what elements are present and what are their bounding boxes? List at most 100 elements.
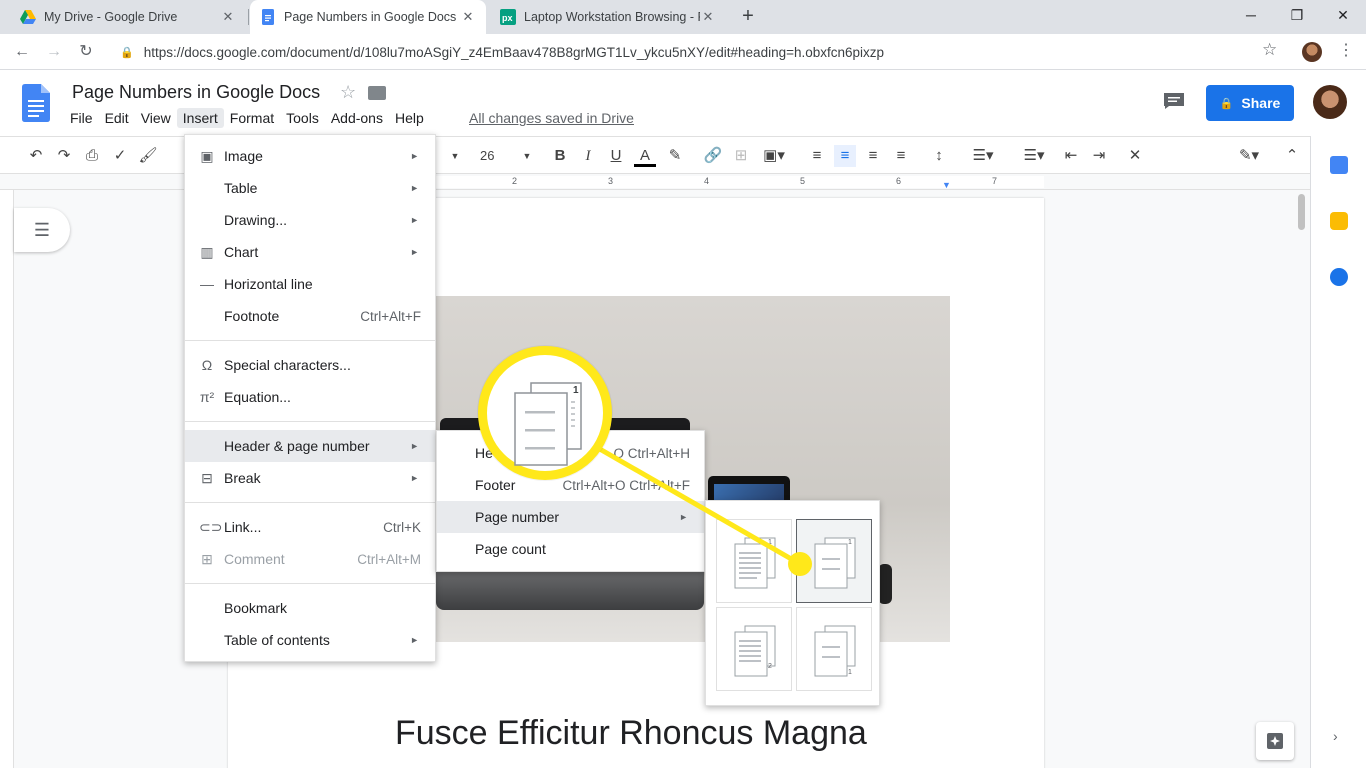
spellcheck-icon[interactable]: ✓ <box>110 145 130 167</box>
tasks-icon[interactable] <box>1330 268 1348 286</box>
ruler-number: 5 <box>800 176 806 186</box>
close-icon[interactable]: ✕ <box>700 9 716 25</box>
collapse-toolbar-icon[interactable]: ⌃ <box>1282 145 1302 167</box>
paint-format-icon[interactable]: 🖌 <box>138 145 158 167</box>
menu-item-horizontal-line[interactable]: — Horizontal line <box>185 268 435 300</box>
italic-icon[interactable]: I <box>578 145 598 167</box>
menu-item-drawing[interactable]: Drawing... ► <box>185 204 435 236</box>
right-indent-marker-icon[interactable]: ▼ <box>942 180 951 190</box>
print-icon[interactable]: ⎙ <box>82 145 102 167</box>
menu-item-label: Chart <box>224 244 259 260</box>
align-right-icon[interactable]: ≡ <box>862 145 884 167</box>
keep-icon[interactable] <box>1330 212 1348 230</box>
menu-tools[interactable]: Tools <box>280 108 325 128</box>
menu-addons[interactable]: Add-ons <box>325 108 389 128</box>
menu-item-equation[interactable]: π² Equation... <box>185 381 435 413</box>
increase-indent-icon[interactable]: ⇥ <box>1088 145 1110 167</box>
menu-item-image[interactable]: ▣ Image ► <box>185 140 435 172</box>
font-size-field[interactable]: 26 <box>480 145 494 167</box>
vertical-ruler[interactable] <box>0 190 14 768</box>
underline-icon[interactable]: U <box>606 145 626 167</box>
back-arrow-icon[interactable]: ← <box>10 40 34 64</box>
account-avatar[interactable] <box>1313 85 1347 119</box>
menu-insert[interactable]: Insert <box>176 108 224 128</box>
menu-divider <box>185 502 435 503</box>
close-icon[interactable]: ✕ <box>220 9 236 25</box>
menu-item-table-of-contents[interactable]: Table of contents ► <box>185 624 435 656</box>
menu-item-bookmark[interactable]: Bookmark <box>185 592 435 624</box>
menu-item-header-page-number[interactable]: Header & page number ► <box>185 430 435 462</box>
font-dropdown-chevron-icon[interactable]: ▼ <box>448 145 462 167</box>
explore-button[interactable] <box>1256 722 1294 760</box>
bold-icon[interactable]: B <box>550 145 570 167</box>
font-size-chevron-icon[interactable]: ▼ <box>520 145 534 167</box>
insert-image-icon[interactable]: ▣▾ <box>758 145 790 167</box>
url-field[interactable]: 🔒 https://docs.google.com/document/d/108… <box>110 38 1290 66</box>
align-center-icon[interactable]: ≡ <box>834 145 856 167</box>
document-scrollbar[interactable] <box>1298 194 1305 230</box>
clear-formatting-icon[interactable]: ✕ <box>1124 145 1146 167</box>
submenu-arrow-icon: ► <box>679 512 688 522</box>
menu-item-chart[interactable]: ▥ Chart ► <box>185 236 435 268</box>
tab-my-drive[interactable]: My Drive - Google Drive ✕ <box>10 0 246 34</box>
menu-edit[interactable]: Edit <box>99 108 135 128</box>
maximize-button[interactable]: ❐ <box>1274 0 1320 32</box>
bookmark-star-icon[interactable]: ☆ <box>1262 40 1277 60</box>
highlight-icon[interactable]: ✎ <box>664 145 686 167</box>
page-number-glyph: 1 <box>768 539 772 546</box>
menu-item-special-characters[interactable]: Ω Special characters... <box>185 349 435 381</box>
browser-menu-icon[interactable]: ⋮ <box>1338 40 1354 60</box>
page-number-top-right-all-pages-option[interactable]: 1 <box>716 519 792 603</box>
undo-icon[interactable]: ↶ <box>26 145 46 167</box>
menu-item-label: Break <box>224 470 261 486</box>
justify-icon[interactable]: ≡ <box>890 145 912 167</box>
reload-icon[interactable]: ↻ <box>74 40 98 64</box>
menu-item-page-count[interactable]: Page count <box>437 533 704 565</box>
menu-help[interactable]: Help <box>389 108 430 128</box>
menu-item-footnote[interactable]: Footnote Ctrl+Alt+F <box>185 300 435 332</box>
align-left-icon[interactable]: ≡ <box>806 145 828 167</box>
redo-icon[interactable]: ↷ <box>54 145 74 167</box>
expand-panel-icon[interactable]: › <box>1333 728 1338 744</box>
menu-item-table[interactable]: Table ► <box>185 172 435 204</box>
tab-laptop-workstation[interactable]: px Laptop Workstation Browsing - F ✕ <box>490 0 726 34</box>
star-icon[interactable]: ☆ <box>340 82 356 103</box>
menu-item-label: Table of contents <box>224 632 330 648</box>
menu-item-break[interactable]: ⊟ Break ► <box>185 462 435 494</box>
share-button[interactable]: 🔒 Share <box>1206 85 1294 121</box>
docs-logo-icon[interactable] <box>22 84 50 122</box>
text-color-icon[interactable]: A <box>634 145 656 167</box>
document-heading[interactable]: Fusce Efficitur Rhoncus Magna <box>395 714 867 753</box>
editing-mode-icon[interactable]: ✎▾ <box>1232 145 1266 167</box>
google-drive-icon <box>20 9 36 25</box>
menu-item-page-number[interactable]: Page number ► <box>437 501 704 533</box>
browser-profile-avatar[interactable] <box>1302 42 1322 62</box>
calendar-icon[interactable] <box>1330 156 1348 174</box>
line-spacing-icon[interactable]: ↕ <box>928 145 950 167</box>
menu-item-label: Special characters... <box>224 357 351 373</box>
page-number-bottom-right-all-pages-option[interactable]: 2 <box>716 607 792 691</box>
bulleted-list-icon[interactable]: ☰▾ <box>1014 145 1054 167</box>
menu-item-link[interactable]: ⊂⊃ Link... Ctrl+K <box>185 511 435 543</box>
forward-arrow-icon[interactable]: → <box>42 40 66 64</box>
ruler-number: 4 <box>704 176 710 186</box>
folder-icon[interactable] <box>368 86 386 100</box>
save-status-link[interactable]: All changes saved in Drive <box>469 110 634 126</box>
close-icon[interactable]: ✕ <box>460 9 476 25</box>
tab-page-numbers[interactable]: Page Numbers in Google Docs - ✕ <box>250 0 486 34</box>
minimize-button[interactable]: ─ <box>1228 0 1274 32</box>
window-close-button[interactable]: ✕ <box>1320 0 1366 32</box>
document-outline-icon[interactable]: ☰ <box>14 208 70 252</box>
menu-format[interactable]: Format <box>224 108 280 128</box>
numbered-list-icon[interactable]: ☰▾ <box>966 145 1000 167</box>
comment-add-icon[interactable]: ⊞ <box>730 145 752 167</box>
ruler-number: 2 <box>512 176 518 186</box>
document-title[interactable]: Page Numbers in Google Docs <box>72 82 320 103</box>
new-tab-button[interactable]: + <box>736 4 760 28</box>
comment-history-icon[interactable] <box>1163 92 1185 110</box>
menu-view[interactable]: View <box>135 108 177 128</box>
decrease-indent-icon[interactable]: ⇤ <box>1060 145 1082 167</box>
menu-file[interactable]: File <box>64 108 99 128</box>
page-number-bottom-right-skip-first-option[interactable]: 1 <box>796 607 872 691</box>
link-icon[interactable]: 🔗 <box>702 145 724 167</box>
